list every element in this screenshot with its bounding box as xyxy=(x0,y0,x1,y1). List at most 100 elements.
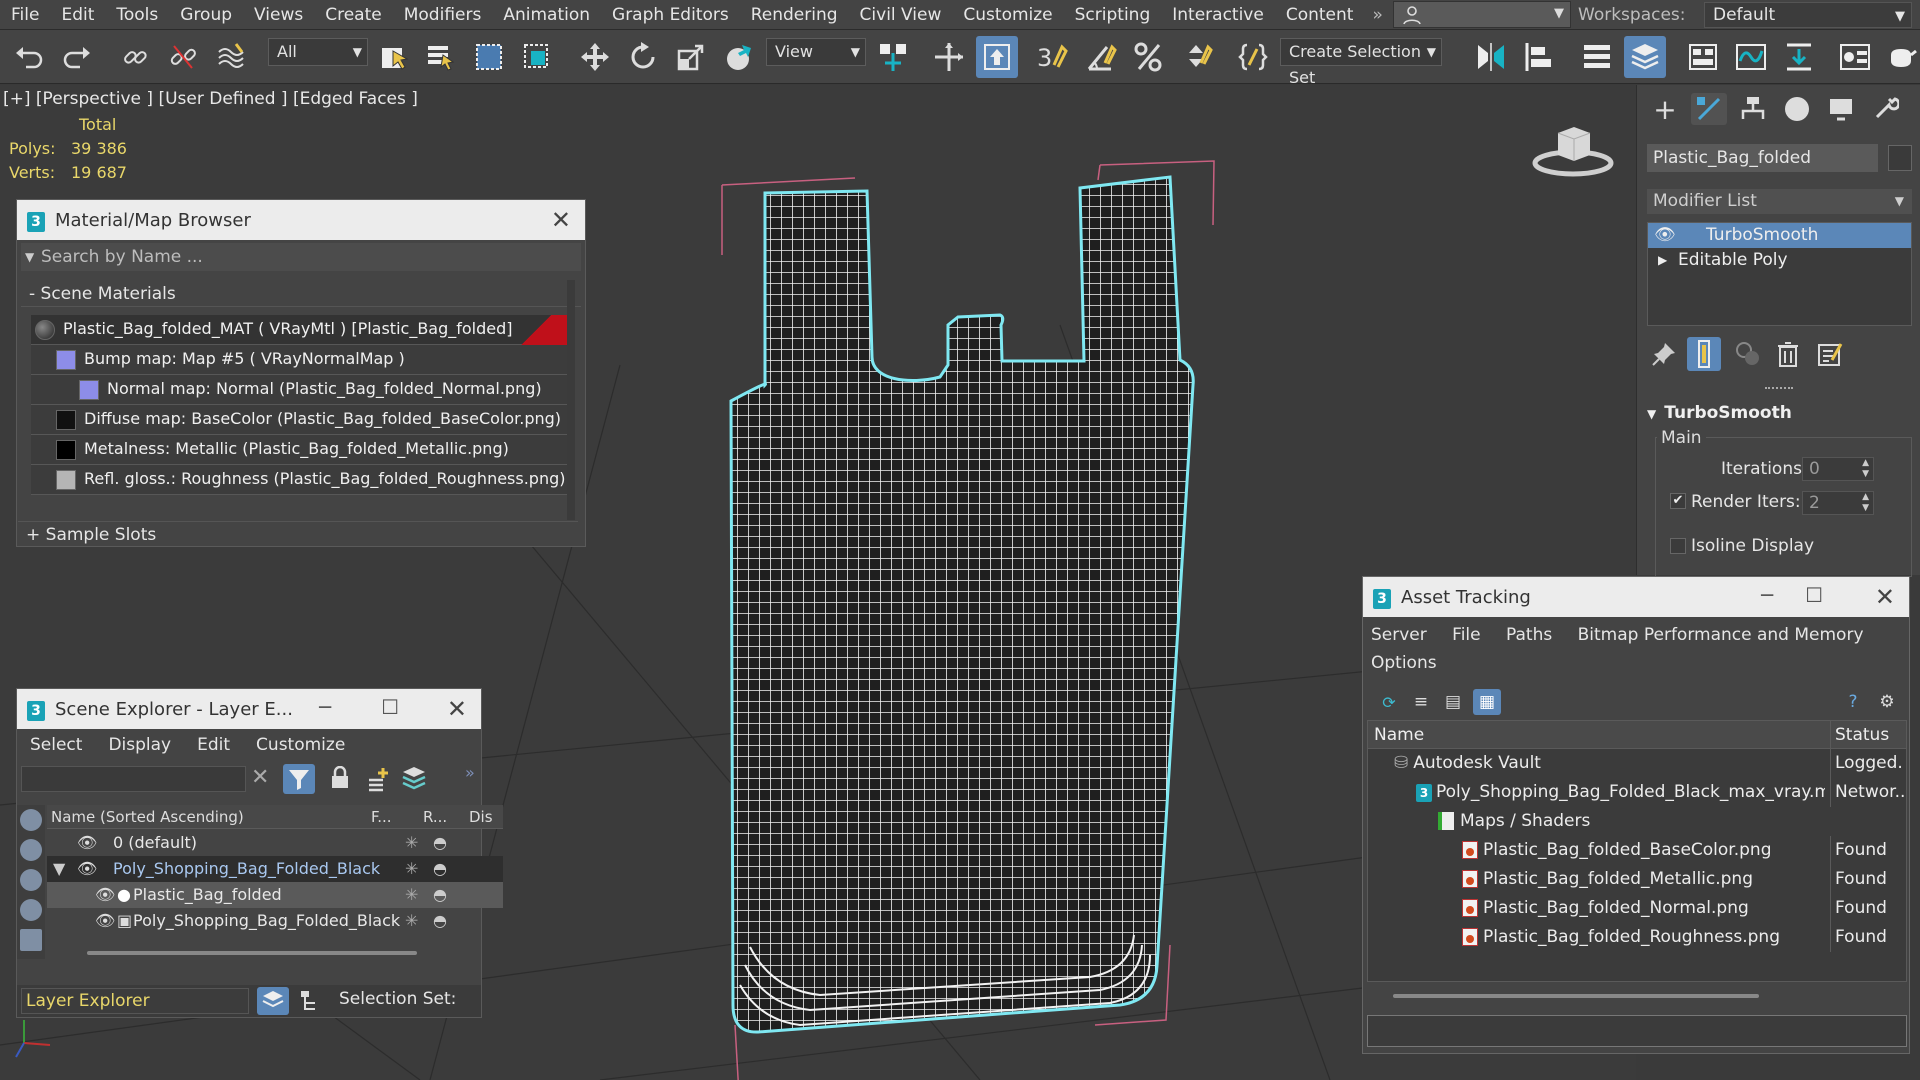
object-color-swatch[interactable] xyxy=(1888,145,1912,171)
menu-animation[interactable]: Animation xyxy=(492,0,601,30)
configure-modifier-sets-button[interactable] xyxy=(1813,337,1847,371)
asset-row[interactable]: Plastic_Bag_folded_BaseColor.png Found xyxy=(1368,836,1906,865)
asset-tracking-titlebar[interactable]: 3 Asset Tracking ─ ☐ ✕ xyxy=(1363,577,1909,617)
menu-tools[interactable]: Tools xyxy=(105,0,169,30)
material-row[interactable]: Metalness: Metallic (Plastic_Bag_folded_… xyxy=(31,435,567,465)
show-end-result-button[interactable] xyxy=(1687,337,1721,371)
scene-materials-group[interactable]: - Scene Materials xyxy=(21,281,581,307)
freeze-column-header[interactable]: F... xyxy=(371,805,392,829)
menu-views[interactable]: Views xyxy=(243,0,314,30)
named-selection-set-dropdown[interactable]: Create Selection Set ▼ xyxy=(1280,38,1442,87)
se-menu-display[interactable]: Display xyxy=(95,735,184,755)
filter-toggle-button[interactable] xyxy=(283,764,315,794)
display-column-header[interactable]: Dis xyxy=(469,805,493,829)
render-iters-checkbox[interactable]: ✔ xyxy=(1670,493,1686,509)
rectangular-selection-button[interactable] xyxy=(468,36,510,78)
clear-filter-icon[interactable]: ✕ xyxy=(251,765,269,790)
collapse-triangle-icon[interactable]: ▼ xyxy=(53,856,65,882)
se-menu-edit[interactable]: Edit xyxy=(184,735,243,755)
keyboard-shortcut-override-button[interactable] xyxy=(976,36,1018,78)
list-view-button[interactable]: ≡ xyxy=(1407,689,1435,715)
freeze-snowflake-icon[interactable]: ✳ xyxy=(405,882,418,908)
material-browser-titlebar[interactable]: 3 Material/Map Browser ✕ xyxy=(17,200,585,240)
menu-scripting[interactable]: Scripting xyxy=(1064,0,1162,30)
eye-icon[interactable]: 👁 xyxy=(77,830,97,856)
asset-path-field[interactable] xyxy=(1367,1015,1907,1047)
placement-button[interactable] xyxy=(718,36,760,78)
material-list-scrollbar[interactable] xyxy=(567,280,575,520)
teapot-render-icon[interactable]: ◓ xyxy=(433,830,447,856)
menu-content[interactable]: Content xyxy=(1275,0,1365,30)
close-icon[interactable]: ✕ xyxy=(447,695,467,723)
sort-by-layer-button[interactable] xyxy=(257,987,289,1015)
se-menu-customize[interactable]: Customize xyxy=(243,735,358,755)
angle-snap-button[interactable] xyxy=(1080,36,1122,78)
mirror-button[interactable] xyxy=(1470,36,1512,78)
asset-row[interactable]: ⛁Autodesk Vault Logged... xyxy=(1368,749,1906,778)
name-column-header[interactable]: Name (Sorted Ascending) xyxy=(51,805,244,829)
maximize-icon[interactable]: ☐ xyxy=(381,695,399,719)
expand-triangle-icon[interactable]: ▶ xyxy=(1658,248,1667,273)
at-menu-bitmap-performance[interactable]: Bitmap Performance and Memory xyxy=(1578,625,1864,645)
maximize-icon[interactable]: ☐ xyxy=(1805,583,1823,607)
hierarchy-icon[interactable] xyxy=(299,989,321,1018)
sign-in-dropdown[interactable]: ▼ xyxy=(1393,1,1571,28)
freeze-snowflake-icon[interactable]: ✳ xyxy=(405,908,418,934)
teapot-render-icon[interactable]: ◓ xyxy=(433,856,447,882)
menu-file[interactable]: File xyxy=(0,0,50,30)
hierarchy-tab[interactable] xyxy=(1735,93,1771,125)
grid-view-button[interactable]: ▦ xyxy=(1473,689,1501,715)
object-name-field[interactable]: Plastic_Bag_folded xyxy=(1647,144,1878,172)
render-iters-spinner[interactable]: 2 ▲ ▼ xyxy=(1802,491,1874,515)
render-setup-button[interactable] xyxy=(1880,36,1920,78)
schematic-view-button[interactable] xyxy=(1778,36,1820,78)
object-row[interactable]: 👁 ▣ Poly_Shopping_Bag_Folded_Black ✳ ◓ xyxy=(47,908,503,934)
display-tab[interactable] xyxy=(1823,93,1859,125)
eye-icon[interactable]: 👁 xyxy=(77,856,97,882)
menu-interactive[interactable]: Interactive xyxy=(1161,0,1275,30)
teapot-render-icon[interactable]: ◓ xyxy=(433,908,447,934)
modify-tab[interactable] xyxy=(1691,93,1727,125)
percent-snap-button[interactable] xyxy=(1128,36,1170,78)
material-row[interactable]: Plastic_Bag_folded_MAT ( VRayMtl ) [Plas… xyxy=(31,315,567,345)
menu-overflow-button[interactable]: » xyxy=(1364,0,1390,30)
spinner-arrows-icon[interactable]: ▲ ▼ xyxy=(1862,458,1869,480)
close-icon[interactable]: ✕ xyxy=(551,206,571,234)
link-button[interactable] xyxy=(114,36,156,78)
select-object-button[interactable] xyxy=(374,36,416,78)
scene-filter-input[interactable] xyxy=(21,766,246,792)
menu-group[interactable]: Group xyxy=(169,0,243,30)
minimize-icon[interactable]: ─ xyxy=(1761,583,1773,607)
rotate-button[interactable] xyxy=(622,36,664,78)
name-column-header[interactable]: Name xyxy=(1368,721,1825,749)
utilities-tab[interactable] xyxy=(1867,93,1903,125)
asset-table-scrollbar[interactable] xyxy=(1367,986,1907,1006)
material-row[interactable]: Normal map: Normal (Plastic_Bag_folded_N… xyxy=(31,375,567,405)
spinner-snap-button[interactable] xyxy=(1176,36,1218,78)
layer-row[interactable]: 👁 0 (default) ✳ ◓ xyxy=(47,830,503,856)
eye-icon[interactable]: 👁 xyxy=(1654,223,1676,248)
modifier-list-dropdown[interactable]: Modifier List ▼ xyxy=(1647,189,1912,214)
pin-stack-button[interactable] xyxy=(1647,337,1681,371)
menu-civil-view[interactable]: Civil View xyxy=(849,0,953,30)
sample-slots-group[interactable]: + Sample Slots xyxy=(18,521,578,547)
workspace-select[interactable]: Default ▼ xyxy=(1704,2,1912,28)
stack-item-editable-poly[interactable]: ▶ Editable Poly xyxy=(1648,248,1911,273)
bind-space-warp-button[interactable] xyxy=(210,36,252,78)
motion-tab[interactable] xyxy=(1779,93,1815,125)
render-column-header[interactable]: R... xyxy=(423,805,447,829)
se-menu-select[interactable]: Select xyxy=(17,735,95,755)
camera-filter-icon[interactable] xyxy=(20,899,42,921)
create-tab[interactable]: + xyxy=(1647,93,1683,126)
align-button[interactable] xyxy=(1518,36,1560,78)
layers-stack-icon[interactable] xyxy=(401,765,427,796)
scene-explorer-titlebar[interactable]: 3 Scene Explorer - Layer E... ─ ☐ ✕ xyxy=(17,689,481,729)
freeze-snowflake-icon[interactable]: ✳ xyxy=(405,830,418,856)
snaps-toggle-button[interactable]: 3 xyxy=(1032,36,1074,78)
selection-filter-dropdown[interactable]: All ▼ xyxy=(268,38,368,66)
add-layer-icon[interactable] xyxy=(365,766,391,797)
asset-row[interactable]: Maps / Shaders xyxy=(1368,807,1906,836)
menu-customize[interactable]: Customize xyxy=(952,0,1063,30)
geometry-filter-icon[interactable] xyxy=(20,809,42,831)
stack-item-turbosmooth[interactable]: 👁 TurboSmooth xyxy=(1648,223,1911,248)
